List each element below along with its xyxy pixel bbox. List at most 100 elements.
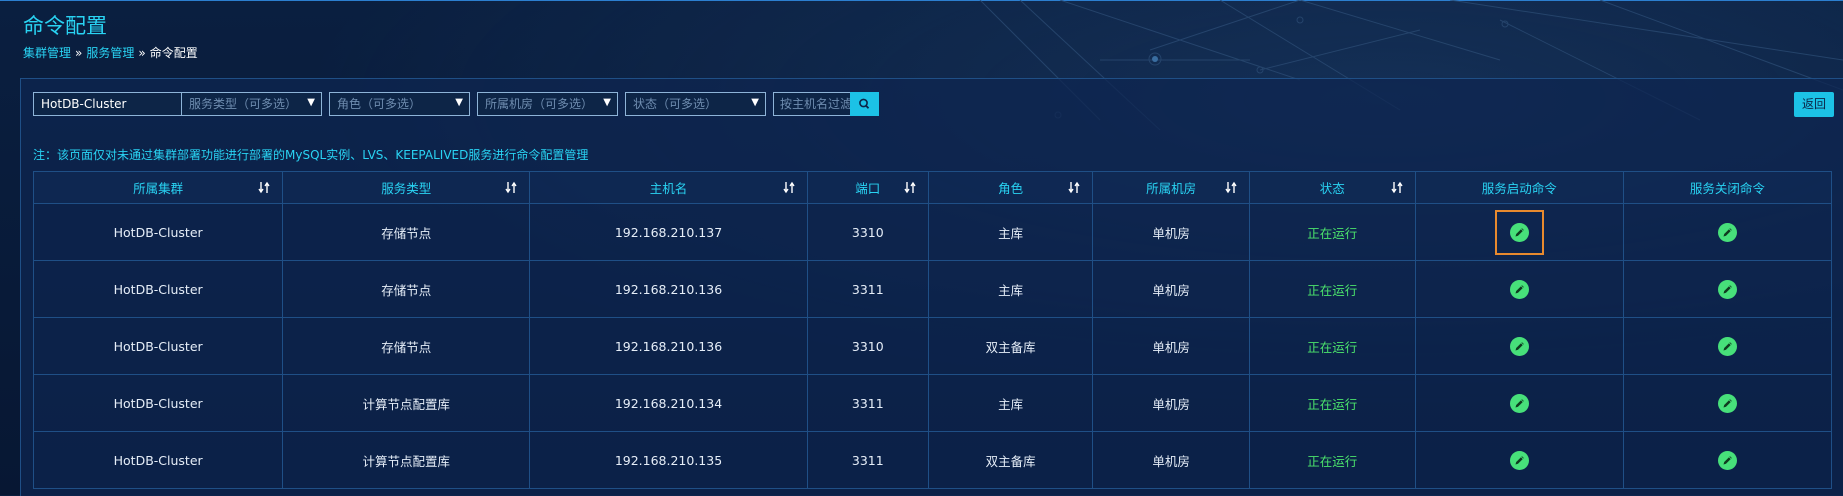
breadcrumb-cluster-management[interactable]: 集群管理 (23, 46, 71, 60)
breadcrumb-service-management[interactable]: 服务管理 (86, 46, 134, 60)
cell-hostname: 192.168.210.134 (529, 374, 808, 432)
column-header-status[interactable]: 状态 (1248, 171, 1416, 204)
cell-room: 单机房 (1092, 260, 1250, 318)
cell-hostname: 192.168.210.135 (529, 431, 808, 489)
cell-cluster: HotDB-Cluster (32, 260, 284, 318)
sort-icon[interactable] (1225, 181, 1237, 194)
cell-cluster: HotDB-Cluster (32, 374, 284, 432)
cell-port: 3311 (806, 374, 929, 432)
caret-down-icon: ▼ (751, 97, 759, 108)
status-select[interactable]: 状态（可多选） ▼ (625, 92, 766, 116)
table-header-row: 所属集群 服务类型 主机名 端口 角色 所属机房 状态 服务启动命令 服务关闭命… (32, 171, 1833, 204)
pencil-icon (1515, 341, 1524, 350)
sort-icon[interactable] (505, 181, 517, 194)
cluster-select[interactable]: HotDB-Cluster ▼ (33, 92, 197, 116)
edit-start-command-button[interactable] (1509, 450, 1529, 470)
column-header-room[interactable]: 所属机房 (1092, 171, 1250, 204)
column-header-service-type[interactable]: 服务类型 (282, 171, 531, 204)
column-header-label: 服务关闭命令 (1689, 181, 1765, 196)
cell-status: 正在运行 (1248, 260, 1416, 318)
edit-start-command-button[interactable] (1509, 336, 1529, 356)
edit-stop-command-button[interactable] (1717, 393, 1737, 413)
table-row: HotDB-Cluster 计算节点配置库 192.168.210.134 3311 主… (32, 374, 1833, 432)
table-row: HotDB-Cluster 计算节点配置库 192.168.210.135 3311 双… (32, 431, 1833, 489)
pencil-icon (1515, 284, 1524, 293)
service-type-select[interactable]: 服务类型（可多选） ▼ (181, 92, 322, 116)
caret-down-icon: ▼ (455, 97, 463, 108)
table-row: HotDB-Cluster 存储节点 192.168.210.136 3311 主库 单机… (32, 260, 1833, 318)
pencil-icon (1723, 227, 1732, 236)
breadcrumb: 集群管理» 服务管理» 命令配置 (23, 44, 198, 61)
column-header-stop-command: 服务关闭命令 (1622, 171, 1833, 204)
cell-stop-command (1622, 431, 1833, 489)
cell-service-type: 存储节点 (282, 260, 531, 318)
cell-stop-command (1622, 260, 1833, 318)
edit-stop-command-button[interactable] (1717, 279, 1737, 299)
sort-icon[interactable] (1391, 181, 1403, 194)
cell-start-command (1414, 203, 1624, 261)
cell-start-command (1414, 317, 1624, 375)
edit-start-command-button[interactable] (1509, 393, 1529, 413)
role-select[interactable]: 角色（可多选） ▼ (329, 92, 470, 116)
sort-icon[interactable] (904, 181, 916, 194)
column-header-role[interactable]: 角色 (927, 171, 1094, 204)
room-select[interactable]: 所属机房（可多选） ▼ (477, 92, 618, 116)
column-header-hostname[interactable]: 主机名 (529, 171, 808, 204)
command-config-table: 所属集群 服务类型 主机名 端口 角色 所属机房 状态 服务启动命令 服务关闭命… (32, 171, 1833, 489)
pencil-icon (1515, 455, 1524, 464)
edit-stop-command-button[interactable] (1717, 222, 1737, 242)
edit-start-command-button[interactable] (1509, 279, 1529, 299)
edit-start-command-button[interactable] (1509, 222, 1529, 242)
breadcrumb-separator: » (75, 46, 83, 60)
role-placeholder: 角色（可多选） (337, 97, 422, 111)
cell-cluster: HotDB-Cluster (32, 431, 284, 489)
cell-service-type: 计算节点配置库 (282, 374, 531, 432)
edit-stop-command-button[interactable] (1717, 336, 1737, 356)
cell-role: 主库 (927, 374, 1094, 432)
cell-role: 双主备库 (927, 317, 1094, 375)
service-type-placeholder: 服务类型（可多选） (189, 97, 298, 111)
status-placeholder: 状态（可多选） (633, 97, 718, 111)
column-header-label: 状态 (1319, 181, 1345, 196)
column-header-label: 所属机房 (1146, 181, 1197, 196)
page-title: 命令配置 (23, 14, 107, 38)
pencil-icon (1723, 398, 1732, 407)
column-header-start-command: 服务启动命令 (1414, 171, 1624, 204)
cell-start-command (1414, 374, 1624, 432)
cell-port: 3311 (806, 260, 929, 318)
column-header-label: 端口 (855, 181, 881, 196)
sort-icon[interactable] (258, 181, 270, 194)
content-panel: HotDB-Cluster ▼ 服务类型（可多选） ▼ 角色（可多选） ▼ 所属… (20, 78, 1843, 496)
breadcrumb-current: 命令配置 (149, 46, 198, 60)
sort-icon[interactable] (783, 181, 795, 194)
column-header-label: 服务启动命令 (1481, 181, 1557, 196)
cell-port: 3310 (806, 203, 929, 261)
column-header-cluster[interactable]: 所属集群 (32, 171, 284, 204)
cell-status: 正在运行 (1248, 317, 1416, 375)
cluster-select-value: HotDB-Cluster (41, 97, 127, 111)
search-button[interactable] (850, 92, 879, 116)
column-header-port[interactable]: 端口 (806, 171, 929, 204)
sort-icon[interactable] (1068, 181, 1081, 194)
search-icon (859, 98, 870, 109)
breadcrumb-separator: » (138, 46, 146, 60)
cell-room: 单机房 (1092, 431, 1250, 489)
cell-role: 双主备库 (927, 431, 1094, 489)
cell-cluster: HotDB-Cluster (32, 317, 284, 375)
cell-room: 单机房 (1092, 317, 1250, 375)
cell-stop-command (1622, 317, 1833, 375)
highlight-box (1494, 209, 1544, 255)
cell-room: 单机房 (1092, 203, 1250, 261)
cell-service-type: 计算节点配置库 (282, 431, 531, 489)
cell-start-command (1414, 431, 1624, 489)
back-button[interactable]: 返回 (1794, 92, 1834, 117)
cell-room: 单机房 (1092, 374, 1250, 432)
cell-status: 正在运行 (1248, 431, 1416, 489)
cell-port: 3311 (806, 431, 929, 489)
table-row: HotDB-Cluster 存储节点 192.168.210.137 3310 主库 单机… (32, 203, 1833, 261)
cell-status: 正在运行 (1248, 203, 1416, 261)
cell-stop-command (1622, 203, 1833, 261)
table-row: HotDB-Cluster 存储节点 192.168.210.136 3310 双主备库… (32, 317, 1833, 375)
edit-stop-command-button[interactable] (1717, 450, 1737, 470)
room-placeholder: 所属机房（可多选） (485, 97, 594, 111)
